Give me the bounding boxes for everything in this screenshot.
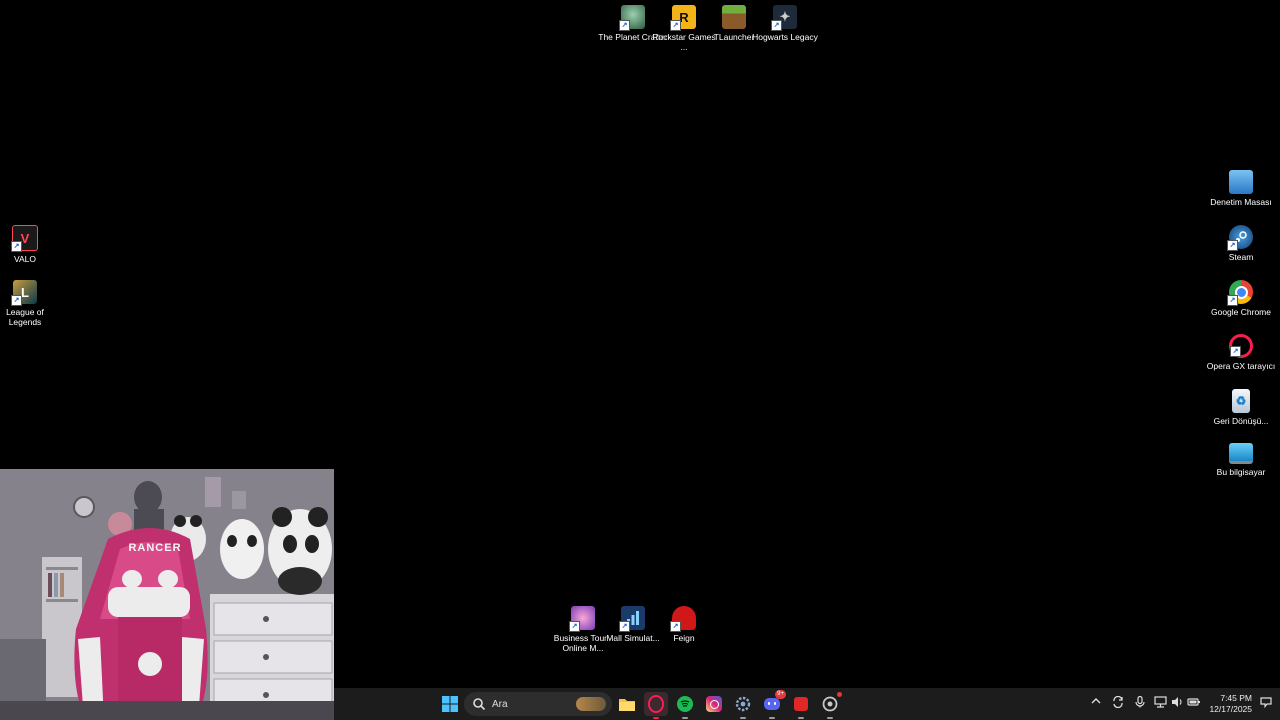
desktop-icon-label: Steam bbox=[1228, 252, 1254, 262]
instagram-icon bbox=[706, 696, 722, 712]
grass-block-icon bbox=[722, 5, 746, 29]
red-app-icon bbox=[794, 697, 808, 711]
desktop-icon-recycle[interactable]: ♻ Geri Dönüşü... bbox=[1209, 389, 1273, 426]
taskbar-clock[interactable]: 7:45 PM 12/17/2025 bbox=[1209, 693, 1252, 715]
planet-crafter-icon: ↗ bbox=[619, 5, 645, 31]
sync-button[interactable] bbox=[1112, 695, 1124, 711]
steam-icon: ↗ bbox=[1227, 225, 1253, 251]
battery-button[interactable] bbox=[1187, 696, 1201, 711]
hogwarts-icon: ✦ ↗ bbox=[771, 5, 797, 31]
taskbar-file-explorer[interactable] bbox=[615, 692, 639, 716]
notifications-button[interactable] bbox=[1260, 696, 1272, 711]
taskbar-discord[interactable]: 9+ bbox=[760, 690, 786, 719]
desktop-icon-lol[interactable]: L ↗ League of Legends bbox=[0, 280, 57, 327]
discord-icon bbox=[764, 698, 780, 710]
desktop-icon-label: Opera GX tarayıcı bbox=[1206, 361, 1276, 371]
desktop-icon-label: Denetim Masası bbox=[1210, 197, 1272, 207]
webcam-overlay: RANCER bbox=[0, 469, 334, 720]
microphone-icon bbox=[1135, 695, 1145, 708]
microphone-button[interactable] bbox=[1135, 695, 1145, 711]
notification-bell-icon bbox=[1260, 697, 1272, 709]
taskbar-spotify[interactable] bbox=[673, 692, 697, 719]
running-indicator bbox=[653, 717, 659, 719]
start-button[interactable] bbox=[438, 692, 462, 716]
running-indicator bbox=[827, 717, 833, 719]
search-icon bbox=[473, 698, 486, 711]
chair-brand-text: RANCER bbox=[128, 542, 181, 554]
desktop-icon-chrome[interactable]: ↗ Google Chrome bbox=[1209, 280, 1273, 317]
running-indicator bbox=[798, 717, 804, 719]
desktop-icon-opera[interactable]: ↗ Opera GX tarayıcı bbox=[1206, 334, 1276, 371]
valorant-icon: V ↗ bbox=[11, 225, 38, 252]
control-panel-icon bbox=[1229, 170, 1253, 194]
notification-badge: 9+ bbox=[775, 690, 786, 699]
clock-time: 7:45 PM bbox=[1220, 693, 1252, 703]
desktop-icon-feign[interactable]: ↗ Feign bbox=[652, 606, 716, 643]
desktop-icon-steam[interactable]: ↗ Steam bbox=[1209, 225, 1273, 262]
desktop-icon-label: Hogwarts Legacy bbox=[752, 32, 818, 42]
monitor-icon bbox=[1229, 443, 1253, 464]
recycle-bin-icon: ♻ bbox=[1232, 389, 1250, 413]
desktop-icon-label: Feign bbox=[673, 633, 695, 643]
chrome-icon: ↗ bbox=[1227, 280, 1253, 306]
search-highlight-icon bbox=[576, 697, 606, 711]
network-icon bbox=[1154, 696, 1167, 708]
league-icon: L ↗ bbox=[11, 280, 37, 306]
taskbar-instagram[interactable] bbox=[702, 692, 726, 716]
show-hidden-icons-button[interactable] bbox=[1091, 696, 1101, 709]
taskbar-settings-app[interactable] bbox=[731, 692, 755, 719]
taskbar-red-app[interactable] bbox=[789, 692, 813, 719]
running-indicator bbox=[769, 717, 775, 719]
mall-simulator-icon: ↗ bbox=[619, 606, 645, 632]
sync-icon bbox=[1113, 695, 1123, 709]
desktop-icon-valo[interactable]: V ↗ VALO bbox=[0, 225, 57, 264]
feign-icon: ↗ bbox=[670, 606, 696, 632]
clock-date: 12/17/2025 bbox=[1209, 704, 1252, 714]
notification-dot bbox=[837, 692, 842, 697]
desktop-icon-label: VALO bbox=[13, 254, 37, 264]
rockstar-icon: R ↗ bbox=[670, 5, 696, 31]
battery-icon bbox=[1187, 698, 1200, 706]
desktop-icon-label: Google Chrome bbox=[1210, 307, 1271, 317]
spotify-icon bbox=[677, 696, 693, 712]
running-indicator bbox=[682, 717, 688, 719]
webcam-scene: RANCER bbox=[0, 469, 334, 720]
settings-app-icon bbox=[735, 696, 751, 712]
opera-gx-icon: ↗ bbox=[1229, 334, 1253, 358]
folder-icon bbox=[619, 699, 635, 711]
business-tour-icon: ↗ bbox=[569, 606, 595, 632]
volume-button[interactable] bbox=[1171, 696, 1184, 711]
desktop-icon-hogwarts[interactable]: ✦ ↗ Hogwarts Legacy bbox=[752, 5, 818, 42]
opera-gx-icon bbox=[648, 695, 664, 713]
chevron-up-icon bbox=[1091, 698, 1101, 704]
taskbar-chrome-dev[interactable] bbox=[818, 692, 842, 719]
desktop-icon-denetim[interactable]: Denetim Masası bbox=[1209, 170, 1273, 207]
taskbar-opera-gx[interactable] bbox=[644, 692, 668, 719]
search-placeholder: Ara bbox=[492, 698, 508, 710]
desktop-icon-label: Geri Dönüşü... bbox=[1213, 416, 1269, 426]
chrome-dev-icon bbox=[822, 696, 838, 712]
taskbar-search-box[interactable]: Ara bbox=[464, 692, 612, 716]
speaker-icon bbox=[1172, 697, 1182, 707]
desktop-icon-computer[interactable]: Bu bilgisayar bbox=[1209, 443, 1273, 477]
desktop-icon-label: League of Legends bbox=[6, 307, 44, 327]
desktop-icon-label: Bu bilgisayar bbox=[1216, 467, 1266, 477]
running-indicator bbox=[740, 717, 746, 719]
network-button[interactable] bbox=[1154, 696, 1167, 711]
windows-logo-icon bbox=[442, 696, 458, 712]
taskbar: Ara 9+ 7:45 PM 12/17/2025 bbox=[334, 688, 1280, 720]
